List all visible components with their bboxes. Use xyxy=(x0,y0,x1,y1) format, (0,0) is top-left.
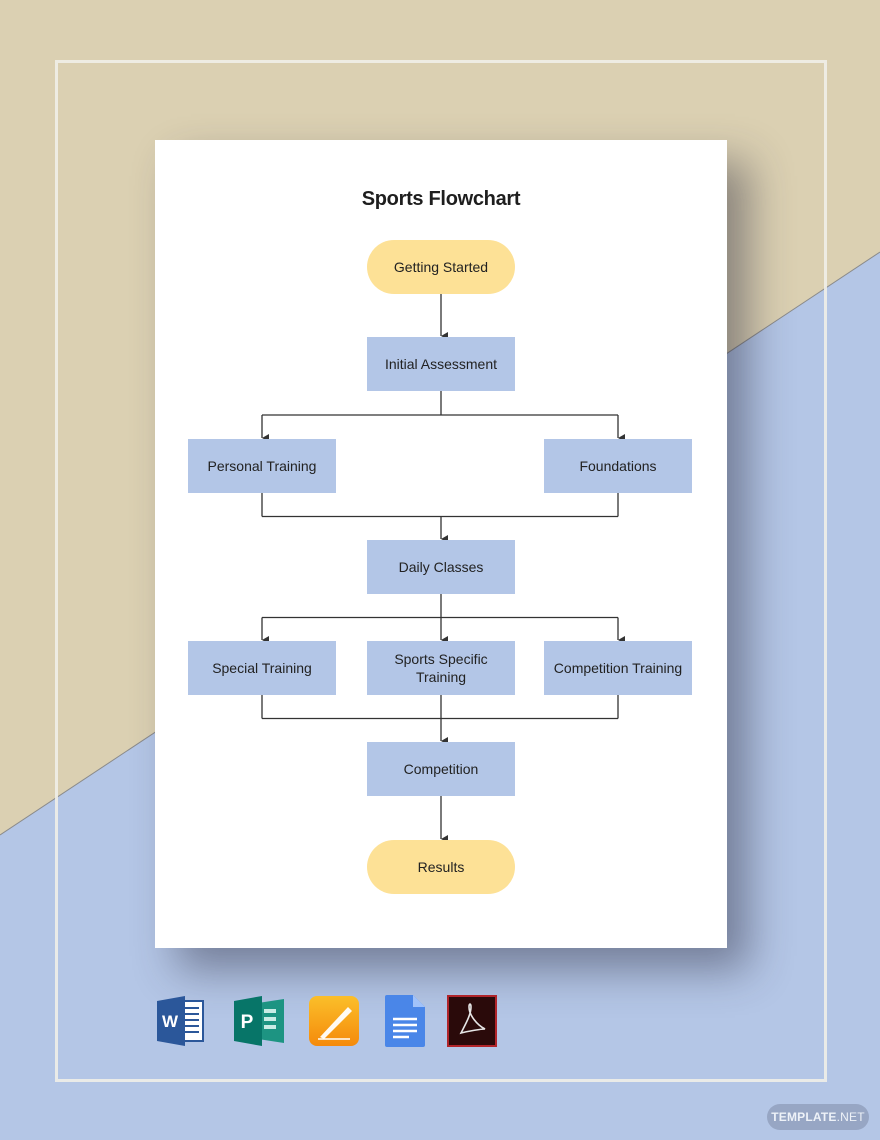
apple-pages-icon[interactable] xyxy=(308,995,362,1047)
node-getting-started: Getting Started xyxy=(367,240,515,294)
flowchart: Getting Started Initial Assessment Persona… xyxy=(188,240,692,894)
node-competition-training: Competition Training xyxy=(544,641,692,695)
process-box xyxy=(367,641,515,695)
node-label: Competition Training xyxy=(554,660,682,676)
badge-brand: TEMPLATE xyxy=(771,1110,837,1124)
node-foundations: Foundations xyxy=(544,439,692,493)
google-docs-icon[interactable] xyxy=(385,995,439,1047)
microsoft-publisher-icon[interactable]: P xyxy=(232,995,286,1047)
badge-suffix: .NET xyxy=(836,1110,865,1124)
node-label: Competition xyxy=(404,761,479,777)
node-label: Sports Specific xyxy=(394,651,487,667)
node-label: Getting Started xyxy=(394,259,488,275)
page-title: Sports Flowchart xyxy=(361,188,521,210)
node-label: Daily Classes xyxy=(399,559,484,575)
node-label: Foundations xyxy=(579,458,656,474)
adobe-acrobat-icon[interactable] xyxy=(447,995,501,1047)
document-page: Getting Started Initial Assessment Persona… xyxy=(155,140,727,948)
template-net-badge[interactable]: TEMPLATE.NET xyxy=(767,1104,869,1130)
node-sports-specific-training: Sports Specific Training xyxy=(367,641,515,695)
node-special-training: Special Training xyxy=(188,641,336,695)
node-initial-assessment: Initial Assessment xyxy=(367,337,515,391)
node-label: Special Training xyxy=(212,660,312,676)
node-personal-training: Personal Training xyxy=(188,439,336,493)
node-label: Training xyxy=(416,669,466,685)
word-letter: W xyxy=(162,1012,179,1031)
microsoft-word-icon[interactable]: W xyxy=(155,995,209,1047)
node-label: Initial Assessment xyxy=(385,356,497,372)
node-daily-classes: Daily Classes xyxy=(367,540,515,594)
node-results: Results xyxy=(367,840,515,894)
node-competition: Competition xyxy=(367,742,515,796)
node-label: Personal Training xyxy=(208,458,317,474)
node-label: Results xyxy=(418,859,465,875)
publisher-letter: P xyxy=(241,1012,254,1033)
